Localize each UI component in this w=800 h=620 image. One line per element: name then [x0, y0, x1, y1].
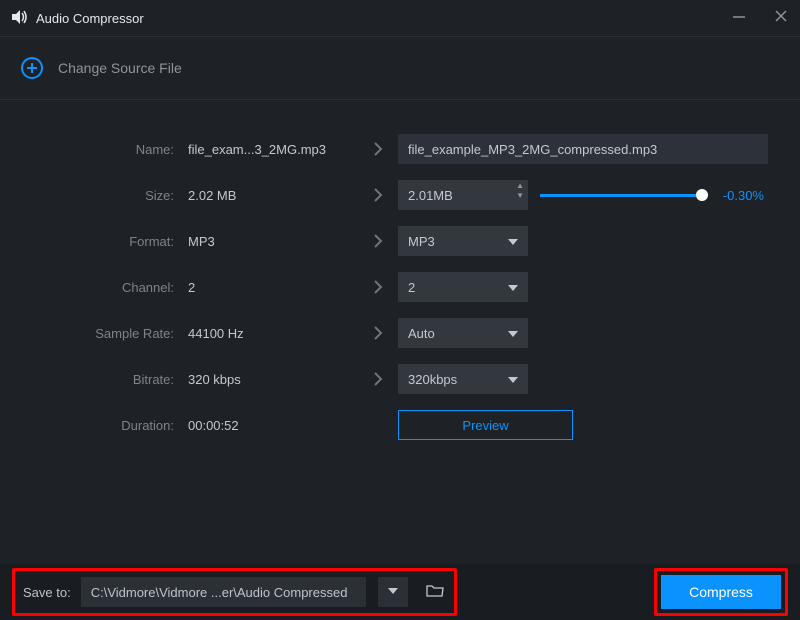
app-logo: Audio Compressor	[12, 10, 144, 27]
label-bitrate: Bitrate:	[28, 372, 188, 387]
label-channel: Channel:	[28, 280, 188, 295]
row-name: Name: file_exam...3_2MG.mp3	[28, 126, 772, 172]
browse-folder-button[interactable]	[424, 581, 446, 603]
row-bitrate: Bitrate: 320 kbps 320kbps	[28, 356, 772, 402]
row-size: Size: 2.02 MB 2.01MB ▲ ▼ -0.30%	[28, 172, 772, 218]
output-name-input[interactable]	[398, 134, 768, 164]
label-duration: Duration:	[28, 418, 188, 433]
chevron-right-icon	[358, 372, 398, 386]
chevron-down-icon	[508, 235, 518, 250]
compress-button[interactable]: Compress	[661, 575, 781, 609]
compress-button-highlight: Compress	[654, 568, 788, 616]
chevron-down-icon	[508, 281, 518, 296]
close-button[interactable]	[774, 9, 788, 28]
change-source-row[interactable]: Change Source File	[0, 37, 800, 99]
chevron-down-icon	[508, 327, 518, 342]
current-name: file_exam...3_2MG.mp3	[188, 142, 358, 157]
chevron-right-icon	[358, 326, 398, 340]
channel-value: 2	[408, 280, 415, 295]
app-title: Audio Compressor	[36, 11, 144, 26]
current-channel: 2	[188, 280, 358, 295]
current-size: 2.02 MB	[188, 188, 358, 203]
current-sample-rate: 44100 Hz	[188, 326, 358, 341]
settings-panel: Name: file_exam...3_2MG.mp3 Size: 2.02 M…	[0, 100, 800, 448]
bitrate-dropdown[interactable]: 320kbps	[398, 364, 528, 394]
chevron-right-icon	[358, 188, 398, 202]
format-dropdown[interactable]: MP3	[398, 226, 528, 256]
minimize-button[interactable]	[732, 9, 746, 28]
sample-rate-dropdown[interactable]: Auto	[398, 318, 528, 348]
step-up-icon[interactable]: ▲	[516, 182, 524, 190]
row-duration: Duration: 00:00:52 Preview	[28, 402, 772, 448]
current-format: MP3	[188, 234, 358, 249]
preview-button[interactable]: Preview	[398, 410, 573, 440]
row-channel: Channel: 2 2	[28, 264, 772, 310]
chevron-down-icon	[388, 583, 398, 601]
target-size-stepper[interactable]: 2.01MB ▲ ▼	[398, 180, 528, 210]
chevron-right-icon	[358, 280, 398, 294]
channel-dropdown[interactable]: 2	[398, 272, 528, 302]
saveto-dropdown-button[interactable]	[378, 577, 408, 607]
titlebar: Audio Compressor	[0, 0, 800, 36]
current-bitrate: 320 kbps	[188, 372, 358, 387]
size-slider[interactable]	[540, 194, 702, 197]
folder-open-icon	[426, 583, 444, 602]
slider-knob[interactable]	[696, 189, 708, 201]
saveto-group-highlight: Save to: C:\Vidmore\Vidmore ...er\Audio …	[12, 568, 457, 616]
chevron-right-icon	[358, 142, 398, 156]
change-source-label: Change Source File	[58, 60, 182, 76]
saveto-path-value: C:\Vidmore\Vidmore ...er\Audio Compresse…	[91, 585, 348, 600]
saveto-label: Save to:	[23, 585, 71, 600]
row-format: Format: MP3 MP3	[28, 218, 772, 264]
saveto-path-display[interactable]: C:\Vidmore\Vidmore ...er\Audio Compresse…	[81, 577, 366, 607]
current-duration: 00:00:52	[188, 418, 358, 433]
row-sample-rate: Sample Rate: 44100 Hz Auto	[28, 310, 772, 356]
label-sample-rate: Sample Rate:	[28, 326, 188, 341]
speaker-icon	[12, 10, 30, 27]
sample-rate-value: Auto	[408, 326, 435, 341]
target-size-value: 2.01MB	[408, 188, 453, 203]
bitrate-value: 320kbps	[408, 372, 457, 387]
step-down-icon[interactable]: ▼	[516, 192, 524, 200]
footer-bar: Save to: C:\Vidmore\Vidmore ...er\Audio …	[0, 564, 800, 620]
label-name: Name:	[28, 142, 188, 157]
label-size: Size:	[28, 188, 188, 203]
label-format: Format:	[28, 234, 188, 249]
plus-circle-icon	[20, 56, 44, 80]
chevron-right-icon	[358, 234, 398, 248]
size-delta-percent: -0.30%	[712, 188, 764, 203]
chevron-down-icon	[508, 373, 518, 388]
format-value: MP3	[408, 234, 435, 249]
